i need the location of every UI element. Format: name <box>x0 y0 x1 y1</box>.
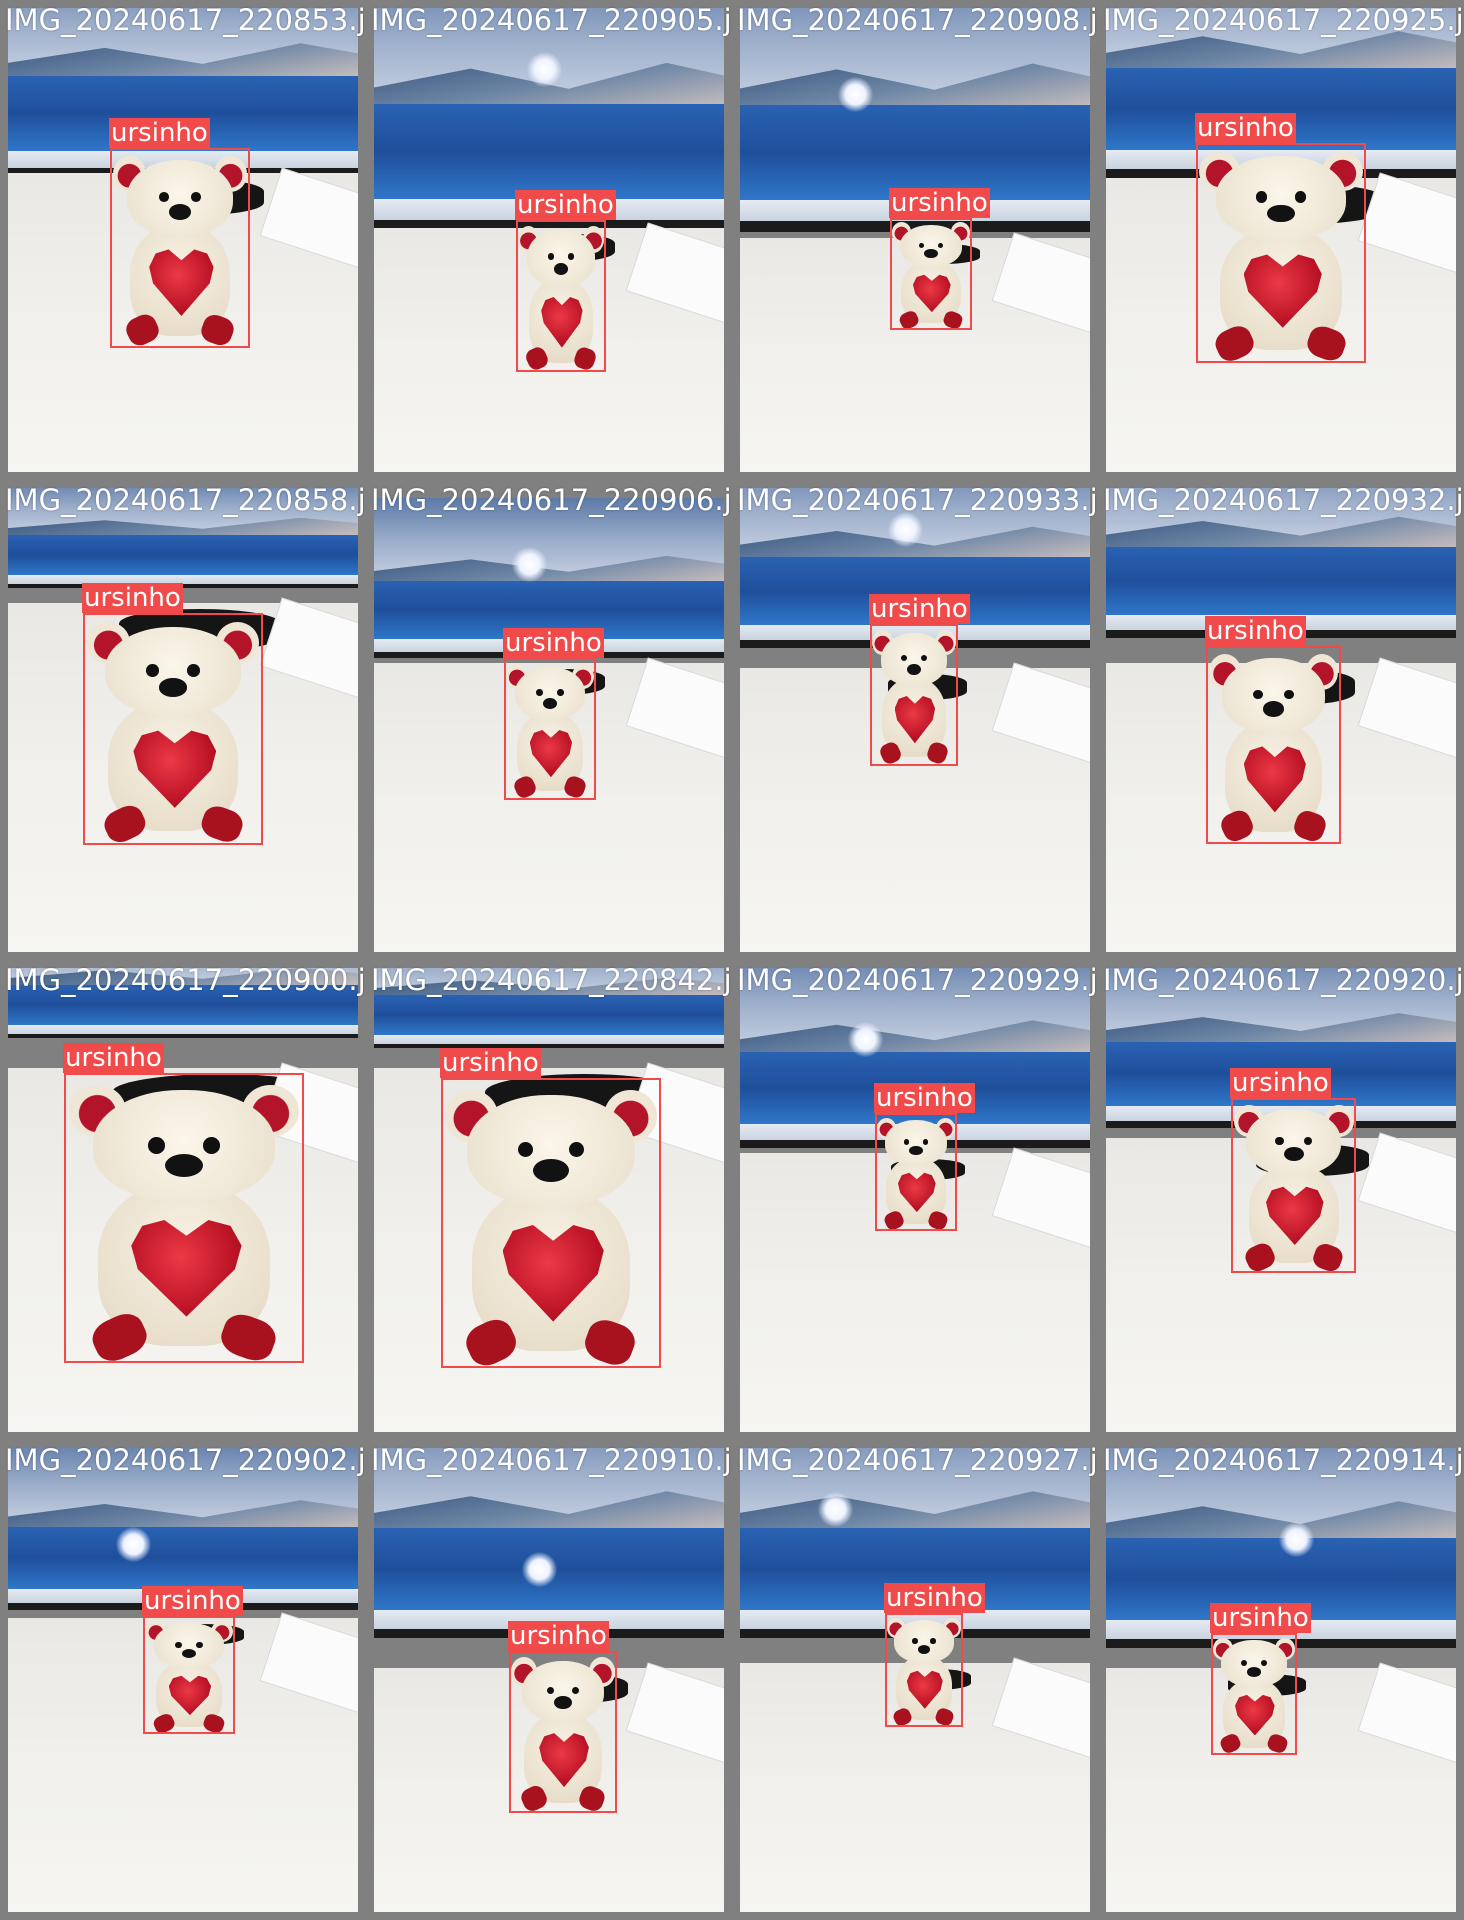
detection-label: ursinho <box>440 1048 541 1078</box>
image-tile[interactable]: ursinho IMG_20240617_220908.jpg <box>732 0 1098 480</box>
photo: ursinho <box>1106 8 1456 472</box>
monitor-bezel <box>374 1043 724 1048</box>
detection-box[interactable] <box>1196 143 1366 363</box>
detection-box[interactable] <box>83 613 263 845</box>
photo: ursinho <box>374 488 724 952</box>
tile-filename: IMG_20240617_220914.jpg <box>1103 1443 1464 1477</box>
wallpaper-lake <box>374 995 724 1035</box>
photo: ursinho <box>8 1448 358 1912</box>
detection-label: ursinho <box>503 628 604 658</box>
tile-filename: IMG_20240617_220902.jpg <box>5 1443 366 1477</box>
taskbar <box>8 574 358 584</box>
tile-filename: IMG_20240617_220900.jpg <box>5 963 366 997</box>
image-tile[interactable]: ursinho IMG_20240617_220927.jpg <box>732 1440 1098 1920</box>
detection-label: ursinho <box>508 1621 609 1651</box>
detection-box[interactable] <box>143 1616 235 1734</box>
detection-box[interactable] <box>885 1613 963 1727</box>
image-tile[interactable]: ursinho IMG_20240617_220929.jpg <box>732 960 1098 1440</box>
photo: ursinho <box>740 488 1090 952</box>
detection-label: ursinho <box>1205 616 1306 646</box>
photo: ursinho <box>1106 1448 1456 1912</box>
detection-box[interactable] <box>870 624 958 766</box>
photo: ursinho <box>374 1448 724 1912</box>
image-tile[interactable]: ursinho IMG_20240617_220933.jpg <box>732 480 1098 960</box>
image-mosaic: ursinho IMG_20240617_220853.jpg ursinho IMG… <box>0 0 1464 1920</box>
image-tile[interactable]: ursinho IMG_20240617_220920.jpg <box>1098 960 1464 1440</box>
tile-filename: IMG_20240617_220905.jpg <box>371 3 732 37</box>
photo: ursinho <box>740 1448 1090 1912</box>
detection-box[interactable] <box>1206 646 1341 844</box>
detection-box[interactable] <box>890 218 972 330</box>
detection-label: ursinho <box>82 583 183 613</box>
detection-box[interactable] <box>516 220 606 372</box>
detection-label: ursinho <box>109 118 210 148</box>
image-tile[interactable]: ursinho IMG_20240617_220910.jpg <box>366 1440 732 1920</box>
photo: ursinho <box>8 488 358 952</box>
tile-filename: IMG_20240617_220910.jpg <box>371 1443 732 1477</box>
photo: ursinho <box>1106 488 1456 952</box>
tile-filename: IMG_20240617_220929.jpg <box>737 963 1098 997</box>
taskbar <box>8 1024 358 1034</box>
monitor-bezel <box>8 583 358 588</box>
detection-box[interactable] <box>110 148 250 348</box>
detection-box[interactable] <box>504 658 596 800</box>
photo: ursinho <box>740 8 1090 472</box>
image-tile[interactable]: ursinho IMG_20240617_220905.jpg <box>366 0 732 480</box>
detection-label: ursinho <box>869 594 970 624</box>
image-tile[interactable]: ursinho IMG_20240617_220932.jpg <box>1098 480 1464 960</box>
tile-filename: IMG_20240617_220932.jpg <box>1103 483 1464 517</box>
image-tile[interactable]: ursinho IMG_20240617_220900.jpg <box>0 960 366 1440</box>
tile-filename: IMG_20240617_220853.jpg <box>5 3 366 37</box>
photo: ursinho <box>1106 968 1456 1432</box>
detection-label: ursinho <box>1195 113 1296 143</box>
photo: ursinho <box>374 968 724 1432</box>
detection-box[interactable] <box>509 1651 617 1813</box>
detection-label: ursinho <box>889 188 990 218</box>
photo: ursinho <box>740 968 1090 1432</box>
tile-filename: IMG_20240617_220908.jpg <box>737 3 1098 37</box>
detection-label: ursinho <box>874 1083 975 1113</box>
wallpaper-lake <box>374 104 724 199</box>
wallpaper-lake <box>8 535 358 575</box>
detection-box[interactable] <box>1211 1633 1297 1755</box>
detection-box[interactable] <box>875 1113 957 1231</box>
monitor-bezel <box>8 1033 358 1038</box>
image-tile[interactable]: ursinho IMG_20240617_220853.jpg <box>0 0 366 480</box>
photo: ursinho <box>8 968 358 1432</box>
photo: ursinho <box>8 8 358 472</box>
image-tile[interactable]: ursinho IMG_20240617_220842.jpg <box>366 960 732 1440</box>
wallpaper-lake <box>1106 546 1456 616</box>
tile-filename: IMG_20240617_220925.jpg <box>1103 3 1464 37</box>
detection-label: ursinho <box>515 190 616 220</box>
detection-box[interactable] <box>64 1073 304 1363</box>
image-tile[interactable]: ursinho IMG_20240617_220858.jpg <box>0 480 366 960</box>
image-tile[interactable]: ursinho IMG_20240617_220925.jpg <box>1098 0 1464 480</box>
wallpaper-lake <box>740 105 1090 201</box>
detection-label: ursinho <box>1230 1068 1331 1098</box>
tile-filename: IMG_20240617_220933.jpg <box>737 483 1098 517</box>
detection-box[interactable] <box>441 1078 661 1368</box>
tile-filename: IMG_20240617_220858.jpg <box>5 483 366 517</box>
detection-label: ursinho <box>142 1586 243 1616</box>
detection-label: ursinho <box>63 1043 164 1073</box>
image-tile[interactable]: ursinho IMG_20240617_220902.jpg <box>0 1440 366 1920</box>
tile-filename: IMG_20240617_220906.jpg <box>371 483 732 517</box>
detection-box[interactable] <box>1231 1098 1356 1273</box>
wallpaper-lake <box>8 1527 358 1590</box>
photo: ursinho <box>374 8 724 472</box>
detection-label: ursinho <box>1210 1603 1311 1633</box>
tile-filename: IMG_20240617_220920.jpg <box>1103 963 1464 997</box>
image-tile[interactable]: ursinho IMG_20240617_220906.jpg <box>366 480 732 960</box>
taskbar <box>374 1034 724 1044</box>
tile-filename: IMG_20240617_220842.jpg <box>371 963 732 997</box>
tile-filename: IMG_20240617_220927.jpg <box>737 1443 1098 1477</box>
detection-label: ursinho <box>884 1583 985 1613</box>
image-tile[interactable]: ursinho IMG_20240617_220914.jpg <box>1098 1440 1464 1920</box>
